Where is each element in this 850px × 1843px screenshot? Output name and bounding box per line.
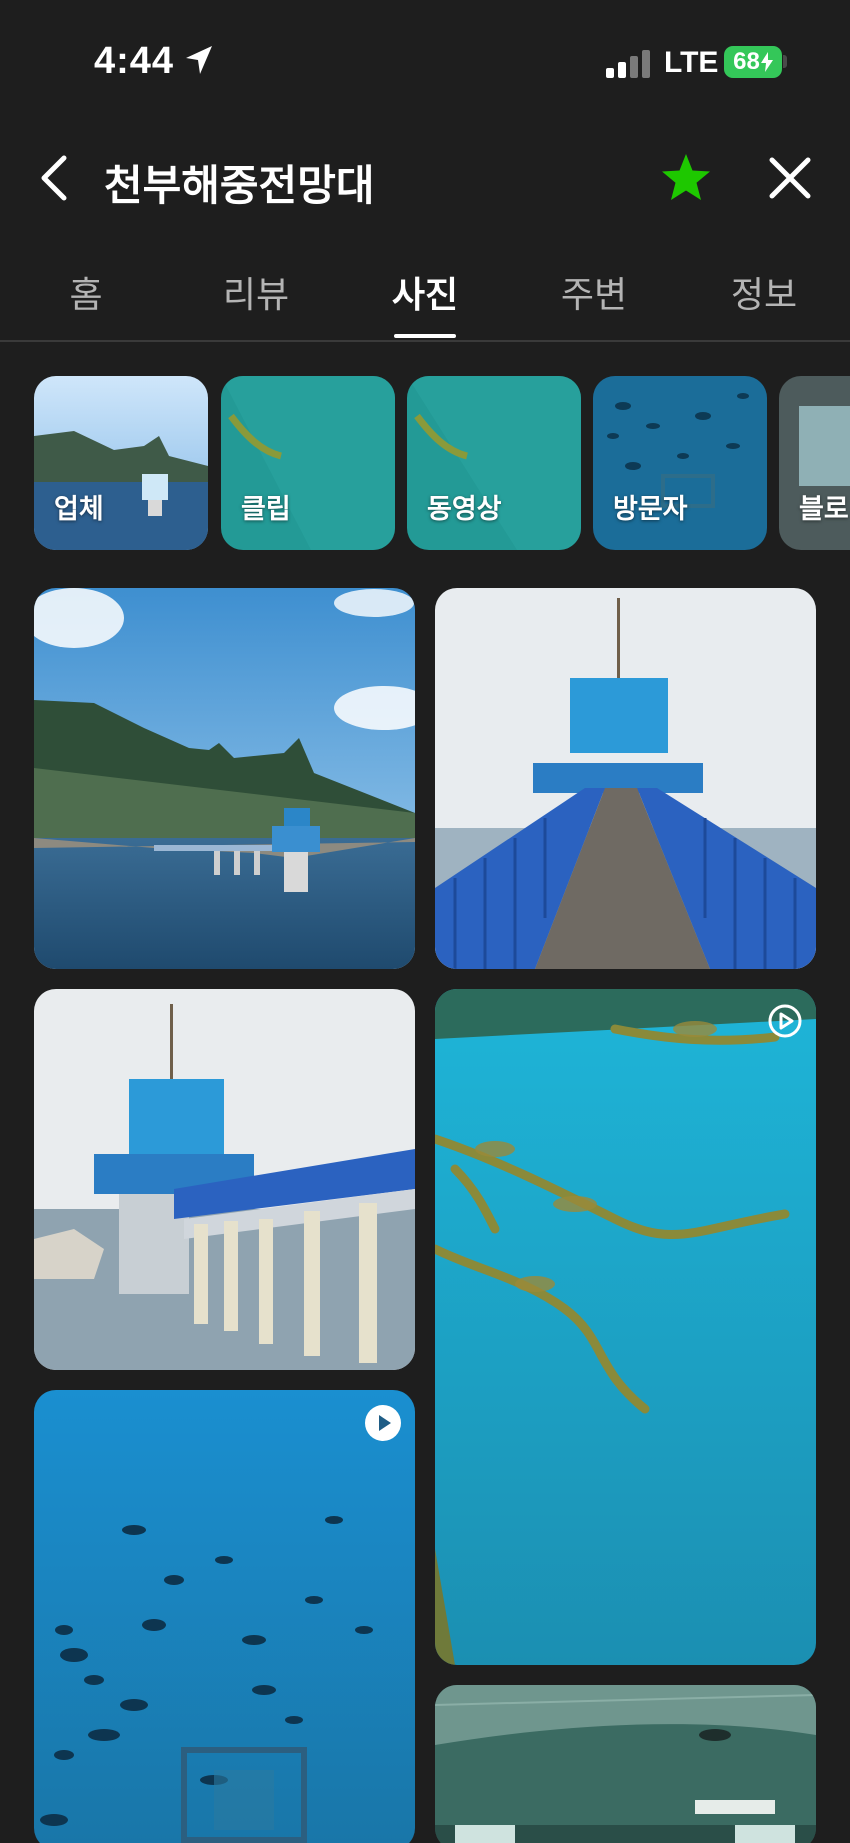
status-bar: 4:44 LTE 68 [0,0,850,120]
clip-play-icon [768,1004,802,1038]
battery-cap [783,55,787,68]
network-type: LTE [664,46,719,79]
category-label: 클립 [241,494,291,524]
video-play-icon [365,1405,401,1441]
underwater-seaweed-photo [435,989,816,1665]
observatory-tower-photo [34,989,415,1370]
category-label: 블로 [799,494,849,524]
close-icon[interactable] [768,156,812,200]
photo-tile[interactable] [435,1685,816,1843]
battery-level: 68 [733,48,760,75]
battery-indicator: 68 [724,46,782,78]
page-title: 천부해중전망대 [104,162,375,209]
tab-active-indicator [394,334,456,338]
photo-tile[interactable] [34,588,415,969]
status-time: 4:44 [94,40,175,82]
photo-tile[interactable] [34,1390,415,1843]
category-clip[interactable]: 클립 [221,376,395,550]
cellular-signal-icon [606,50,650,78]
category-label: 동영상 [427,494,502,524]
tab-reviews[interactable]: 리뷰 [196,266,316,318]
category-business[interactable]: 업체 [34,376,208,550]
location-arrow-icon [186,46,212,74]
tab-home[interactable]: 홈 [26,266,146,318]
photo-tile[interactable] [435,588,816,969]
tab-bar: 홈 리뷰 사진 주변 정보 [0,262,850,342]
photo-tile[interactable] [435,989,816,1665]
coastal-pier-photo [34,588,415,969]
category-label: 업체 [54,494,104,524]
category-blog[interactable]: 블로 [779,376,850,550]
category-video[interactable]: 동영상 [407,376,581,550]
tab-nearby[interactable]: 주변 [534,266,654,318]
photo-tile[interactable] [34,989,415,1370]
observatory-bridge-photo [435,588,816,969]
star-icon[interactable] [660,152,712,204]
tab-info[interactable]: 정보 [704,266,824,318]
charging-bolt-icon [760,52,773,72]
chevron-left-icon[interactable] [34,154,74,202]
underwater-fish-photo [34,1390,415,1843]
photo-category-filter: 업체 클립 동영상 방문자 블로 [0,376,850,550]
category-visitor[interactable]: 방문자 [593,376,767,550]
header-bar: 천부해중전망대 [0,130,850,226]
tab-photos[interactable]: 사진 [365,266,485,318]
observatory-interior-photo [435,1685,816,1843]
category-label: 방문자 [613,494,688,524]
